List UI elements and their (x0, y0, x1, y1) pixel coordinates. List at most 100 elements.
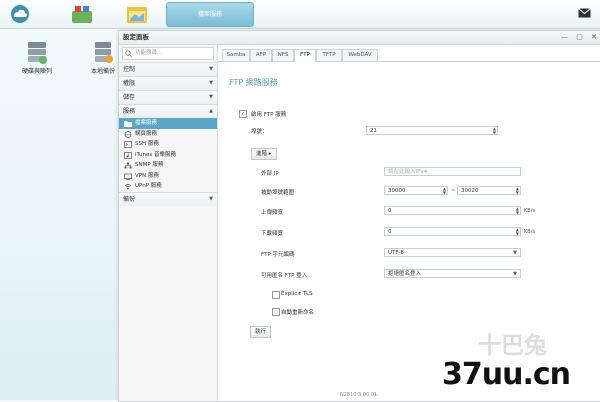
chevron-down-icon: ▼ (209, 94, 213, 100)
tab-ftp[interactable]: FTP (294, 49, 316, 62)
cloud-icon[interactable] (8, 3, 32, 25)
enable-ftp-label: 啟用 FTP 服務 (251, 112, 287, 118)
file-manager-icon[interactable] (125, 3, 149, 25)
category-label: 權限 (123, 80, 136, 87)
window-title: 設定面板 (123, 33, 149, 41)
tab-nfs[interactable]: NFS (272, 49, 294, 61)
anonymous-select[interactable]: 拒絕匿名登入 ▼ (384, 269, 521, 278)
encoding-label: FTP 字元編碼 (261, 252, 295, 258)
taskbar: 檔案服務 (0, 0, 600, 29)
sidebar-category-control[interactable]: 控制 ▼ (119, 62, 217, 76)
desktop-label: 本地備份 (90, 68, 115, 75)
sidebar-category-storage[interactable]: 儲存 ▼ (119, 90, 217, 104)
range-separator: ~ (451, 188, 456, 194)
tab-tftp[interactable]: TFTP (316, 49, 342, 61)
port-value: 21 (370, 128, 377, 134)
search-input[interactable]: 功能搜尋... (122, 47, 214, 60)
search-placeholder: 功能搜尋... (135, 50, 163, 56)
music-icon (124, 151, 132, 159)
sidebar-item-label: UPnP 服務 (135, 183, 162, 189)
passive-to-value: 30020 (461, 188, 479, 194)
auto-rename-label: 自動重新命名 (281, 310, 315, 316)
app-center-icon[interactable] (70, 3, 94, 25)
explicit-tls-checkbox[interactable] (272, 291, 280, 299)
auto-rename-checkbox[interactable] (272, 308, 280, 316)
spinner-icon[interactable]: ▲ ▼ (516, 187, 519, 195)
download-value: 0 (388, 229, 392, 235)
sidebar-item-file-services[interactable]: 檔案服務 (119, 118, 217, 129)
sidebar-item-vpn[interactable]: VPN 服務 (119, 171, 217, 182)
search-icon (125, 50, 132, 57)
sidebar-item-label: SNMP 服務 (135, 162, 164, 168)
spinner-icon[interactable]: ▲ ▼ (443, 187, 446, 195)
chevron-down-icon: ▼ (209, 80, 213, 86)
watermark-bottom: 37uu.cn (442, 357, 571, 392)
sidebar-category-backup[interactable]: 備份 ▼ (119, 191, 217, 206)
download-unit: KB/s (524, 229, 535, 235)
watermark-top: 十巴兔 (478, 333, 547, 359)
passive-port-label: 被動埠號範圍 (261, 190, 295, 196)
sidebar: 功能搜尋... 控制 ▼ 權限 ▼ 儲存 ▼ 服務 ▲ 檔案服務 網頁服務 SS… (119, 45, 218, 401)
port-field[interactable]: 21 ▲ ▼ (366, 126, 498, 135)
encoding-select[interactable]: UTF-8 ▼ (384, 248, 521, 257)
category-label: 控制 (123, 66, 136, 73)
upload-bandwidth-field[interactable]: 0 ▲ ▼ (384, 206, 521, 215)
advanced-button[interactable]: 進階 ▸ (251, 148, 277, 160)
backup-icon (95, 42, 113, 63)
sidebar-category-services[interactable]: 服務 ▲ (119, 104, 217, 118)
spinner-icon[interactable]: ▲ ▼ (493, 127, 496, 135)
tab-active-app[interactable]: 檔案服務 (166, 2, 254, 27)
minimize-button[interactable]: — (561, 33, 568, 41)
sidebar-item-web-services[interactable]: 網頁服務 (119, 129, 217, 140)
encoding-value: UTF-8 (388, 250, 405, 256)
upload-unit: KB/s (524, 208, 535, 214)
sidebar-item-upnp[interactable]: UPnP 服務 (119, 181, 217, 192)
terminal-icon (124, 141, 132, 148)
upload-value: 0 (388, 208, 392, 214)
execute-button[interactable]: 執行 (250, 326, 272, 338)
passive-port-to-field[interactable]: 30020 ▲ ▼ (457, 186, 521, 195)
maximize-button[interactable]: ▢ (576, 33, 583, 41)
vpn-icon (124, 173, 132, 180)
sidebar-item-label: 網頁服務 (135, 130, 158, 137)
download-bandwidth-field[interactable]: 0 ▲ ▼ (384, 227, 521, 236)
download-bandwidth-label: 下載頻寬 (261, 231, 284, 237)
chevron-up-icon: ▲ (209, 108, 213, 114)
firmware-version: N2810 3.00.01 (340, 392, 378, 398)
section-title: FTP 網路服務 (229, 78, 278, 87)
enable-ftp-checkbox[interactable]: ✓ (239, 110, 247, 118)
tab-webdav[interactable]: WebDAV (342, 49, 378, 61)
folder-icon (124, 121, 132, 127)
anonymous-value: 拒絕匿名登入 (388, 271, 422, 277)
anonymous-label: 可用匿名 FTP 登入 (261, 273, 308, 279)
close-button[interactable]: ✕ (591, 33, 597, 41)
category-label: 儲存 (123, 94, 136, 101)
spinner-icon[interactable]: ▲ ▼ (516, 207, 519, 215)
sidebar-category-permissions[interactable]: 權限 ▼ (119, 76, 217, 90)
external-ip-field[interactable]: 請在此輸入IPv4 (384, 167, 521, 176)
globe-icon (124, 130, 132, 138)
tab-samba[interactable]: Samba (222, 49, 250, 61)
chevron-down-icon: ▼ (209, 195, 213, 202)
upnp-icon (124, 184, 132, 190)
upload-bandwidth-label: 上傳頻寬 (261, 210, 284, 216)
passive-from-value: 30000 (388, 188, 406, 194)
chevron-down-icon: ▼ (513, 250, 517, 256)
sidebar-item-label: VPN 服務 (135, 172, 159, 179)
mail-icon[interactable] (578, 8, 591, 18)
port-label: 埠號： (251, 129, 268, 135)
category-label: 服務 (123, 108, 136, 115)
tab-afp[interactable]: AFP (250, 49, 272, 61)
spinner-icon[interactable]: ▲ ▼ (516, 228, 519, 236)
sidebar-item-label: iTunes 音樂服務 (135, 151, 177, 158)
passive-port-from-field[interactable]: 30000 ▲ ▼ (384, 186, 448, 195)
sidebar-item-ssh[interactable]: SSH 服務 (119, 139, 217, 150)
network-icon (124, 162, 132, 169)
sidebar-item-itunes[interactable]: iTunes 音樂服務 (119, 150, 217, 161)
category-label: 備份 (123, 195, 136, 203)
sidebar-item-snmp[interactable]: SNMP 服務 (119, 160, 217, 171)
explicit-tls-label: Explicit TLS (281, 291, 313, 297)
sidebar-item-label: SSH 服務 (135, 141, 159, 147)
desktop-label: 硬碟與陣列 (21, 68, 52, 75)
desktop-icon-disks[interactable]: 硬碟與陣列 (13, 40, 61, 75)
